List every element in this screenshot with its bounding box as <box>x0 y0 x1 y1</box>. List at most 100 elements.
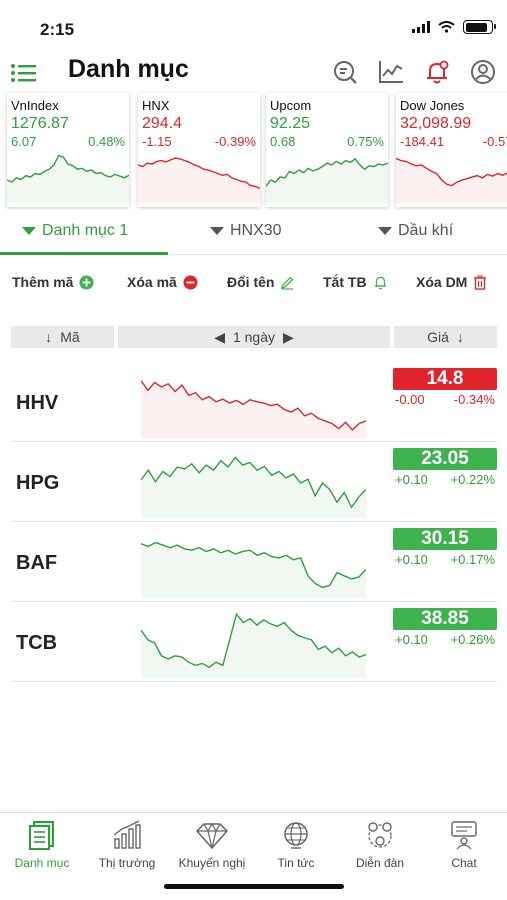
status-icons <box>412 20 496 34</box>
arrow-down-icon: ↓ <box>456 329 464 345</box>
prev-period-icon[interactable]: ◀ <box>214 329 225 346</box>
stock-change-group: +0.10 +0.17% <box>393 552 497 567</box>
active-tab-indicator <box>0 252 168 255</box>
index-price: 1276.87 <box>11 115 69 132</box>
trash-icon <box>474 274 487 290</box>
chat-icon <box>451 821 477 850</box>
sparkline-area <box>138 158 260 203</box>
page-title: Danh mục <box>68 55 189 83</box>
index-card-hnx[interactable]: HNX 294.4 -1.15 -0.39% <box>138 93 260 207</box>
table-row[interactable]: HHV 14.8 -0.00 -0.34% <box>11 362 497 442</box>
bell-icon <box>374 276 386 289</box>
stock-change: +0.10 <box>395 632 428 647</box>
period-selector[interactable]: ◀ 1 ngày ▶ <box>118 326 390 348</box>
tabbar-khuyen-nghi[interactable]: Khuyến nghị <box>167 819 257 870</box>
remove-symbol-button[interactable]: Xóa mã <box>127 274 198 290</box>
tabbar-label: Tin tức <box>277 856 315 870</box>
mute-alerts-button[interactable]: Tắt TB <box>323 274 388 290</box>
stock-sparkline <box>141 541 366 598</box>
index-price: 294.4 <box>142 115 183 132</box>
tabbar-dien-dan[interactable]: Diễn đàn <box>335 819 425 870</box>
stock-symbol: HPG <box>16 472 60 494</box>
sparkline-area <box>141 614 366 678</box>
market-index-strip[interactable]: VnIndex 1276.87 6.07 0.48% HNX 294.4 -1.… <box>0 90 507 210</box>
remove-symbol-label: Xóa mã <box>127 274 177 290</box>
index-name: HNX <box>142 98 170 113</box>
index-percent: -0.39% <box>214 134 256 149</box>
stock-price: 23.05 <box>393 448 497 470</box>
stock-change-percent: +0.17% <box>450 552 495 567</box>
rename-button[interactable]: Đổi tên <box>227 274 295 290</box>
index-sparkline <box>266 157 388 203</box>
index-card-dowjones[interactable]: Dow Jones 32,098.99 -184.41 -0.57% <box>396 93 507 207</box>
stock-change-group: -0.00 -0.34% <box>393 392 497 407</box>
notification-bell-icon[interactable] <box>423 58 451 86</box>
table-row[interactable]: HPG 23.05 +0.10 +0.22% <box>11 442 497 522</box>
index-change: -184.41 <box>400 134 445 149</box>
tabbar-label: Chat <box>451 856 477 870</box>
tab-hnx30[interactable]: HNX30 <box>210 222 282 240</box>
column-price-label: Giá <box>427 329 449 345</box>
sparkline-area <box>141 542 366 598</box>
table-row[interactable]: BAF 30.15 +0.10 +0.17% <box>11 522 497 602</box>
index-sparkline <box>138 157 260 203</box>
column-symbol-label: Mã <box>60 329 80 345</box>
stock-symbol: BAF <box>16 552 58 574</box>
stock-change-percent: +0.26% <box>450 632 495 647</box>
tabbar-danh-muc[interactable]: Danh mục <box>0 819 87 870</box>
home-indicator <box>164 884 344 889</box>
tab-dau-khi[interactable]: Dầu khí <box>378 222 453 240</box>
menu-icon[interactable] <box>10 60 38 86</box>
stock-change: +0.10 <box>395 472 428 487</box>
status-bar: 2:15 <box>0 0 507 48</box>
wifi-icon <box>438 21 455 33</box>
forum-icon <box>368 822 392 848</box>
globe-icon <box>284 822 308 849</box>
table-row[interactable]: TCB 38.85 +0.10 +0.26% <box>11 602 497 682</box>
stock-change-group: +0.10 +0.26% <box>393 632 497 647</box>
index-card-upcom[interactable]: Upcom 92.25 0.68 0.75% <box>266 93 388 207</box>
delete-list-button[interactable]: Xóa DM <box>416 274 487 290</box>
index-price: 92.25 <box>270 115 311 132</box>
add-symbol-button[interactable]: Thêm mã <box>12 274 94 290</box>
line-chart-icon[interactable] <box>377 58 405 86</box>
tabbar-chat[interactable]: Chat <box>419 819 507 870</box>
index-change: 6.07 <box>11 134 37 149</box>
stock-price: 30.15 <box>393 528 497 550</box>
pencil-icon <box>281 276 294 290</box>
index-sparkline <box>7 154 129 203</box>
index-change: -1.15 <box>142 134 172 149</box>
tabbar-thi-truong[interactable]: Thị trường <box>82 819 172 870</box>
mute-alerts-label: Tắt TB <box>323 274 367 290</box>
portfolio-icon <box>29 821 54 850</box>
tabbar-tin-tuc[interactable]: Tin tức <box>251 819 341 870</box>
index-name: Upcom <box>270 98 312 113</box>
index-card-vnindex[interactable]: VnIndex 1276.87 6.07 0.48% <box>7 93 129 207</box>
index-name: VnIndex <box>11 98 59 113</box>
watchlist-tabs: Danh mục 1 HNX30 Dầu khí <box>0 214 507 256</box>
sort-by-price-button[interactable]: Giá ↓ <box>394 326 497 348</box>
index-percent: -0.57% <box>482 134 507 149</box>
search-icon[interactable] <box>331 58 359 86</box>
arrow-down-icon: ↓ <box>45 329 53 345</box>
index-change: 0.68 <box>270 134 296 149</box>
plus-circle-icon <box>79 275 94 289</box>
sparkline-area <box>141 380 366 438</box>
status-time: 2:15 <box>40 20 75 39</box>
stock-change-group: +0.10 +0.22% <box>393 472 497 487</box>
next-period-icon[interactable]: ▶ <box>283 329 294 346</box>
index-name: Dow Jones <box>400 98 465 113</box>
index-percent: 0.75% <box>347 134 384 149</box>
table-header: ↓ Mã ◀ 1 ngày ▶ Giá ↓ <box>0 326 507 350</box>
stock-sparkline <box>141 380 366 438</box>
sparkline-area <box>7 155 129 203</box>
stock-price: 38.85 <box>393 608 497 630</box>
caret-down-icon <box>210 227 224 235</box>
tab-danh-muc-1[interactable]: Danh mục 1 <box>22 222 128 240</box>
sort-by-symbol-button[interactable]: ↓ Mã <box>11 326 114 348</box>
stock-change-percent: -0.34% <box>453 392 495 407</box>
stock-symbol: TCB <box>16 632 58 654</box>
diamond-icon <box>195 822 229 850</box>
stock-sparkline <box>141 456 366 518</box>
user-account-icon[interactable] <box>469 58 497 86</box>
